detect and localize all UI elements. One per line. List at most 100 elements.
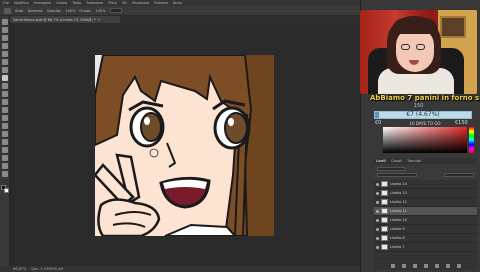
layer-thumbnail (381, 199, 388, 205)
eyedropper-tool-icon[interactable] (1, 59, 8, 65)
layer-row[interactable]: Livello 12 (374, 198, 477, 207)
blend-mode-select[interactable] (377, 173, 417, 177)
smoothing-field[interactable] (109, 8, 122, 13)
layer-row[interactable]: Livello 10 (374, 216, 477, 225)
drawing-artwork (95, 55, 274, 236)
document-tab-title: SanScrittura.psd @ 66,7% (Livello 13, RG… (13, 17, 96, 22)
new-layer-icon[interactable] (445, 264, 450, 268)
pen-tool-icon[interactable] (1, 131, 8, 137)
layer-row[interactable]: Livello 7 (374, 243, 477, 252)
layer-mask-icon[interactable] (412, 264, 417, 268)
document-tab[interactable]: SanScrittura.psd @ 66,7% (Livello 13, RG… (10, 16, 120, 23)
flow-value[interactable]: 100% (96, 9, 106, 13)
gradient-tool-icon[interactable] (1, 107, 8, 113)
trash-icon[interactable] (456, 264, 461, 268)
streamer-face (396, 28, 434, 72)
eye-icon[interactable] (376, 191, 379, 195)
layer-row[interactable]: Livello 9 (374, 225, 477, 234)
status-bar: 66,67% Doc: 5,93M/99,4M (0, 266, 360, 272)
mode-label: Stilo: (15, 8, 24, 13)
healing-tool-icon[interactable] (1, 67, 8, 73)
background-color-swatch[interactable] (3, 188, 9, 193)
clone-stamp-tool-icon[interactable] (1, 83, 8, 89)
opacity-field[interactable] (444, 173, 474, 177)
layer-style-icon[interactable] (401, 264, 406, 268)
mode-select[interactable]: Normale (28, 9, 43, 13)
brush-tool-icon[interactable] (1, 75, 8, 81)
layer-name: Livello 12 (390, 200, 407, 204)
close-icon[interactable]: × (98, 17, 101, 22)
opacity-value[interactable]: 100% (65, 9, 75, 13)
layer-filter-select[interactable] (377, 167, 405, 171)
layer-name: Livello 9 (390, 227, 405, 231)
layer-name: Livello 7 (390, 245, 405, 249)
donation-progress-label: €7 (4.67%) (406, 111, 440, 118)
dodge-tool-icon[interactable] (1, 123, 8, 129)
layer-row[interactable]: Livello 8 (374, 234, 477, 243)
shape-tool-icon[interactable] (1, 155, 8, 161)
blur-tool-icon[interactable] (1, 115, 8, 121)
layer-thumbnail (381, 217, 388, 223)
layer-thumbnail (381, 226, 388, 232)
drawing-canvas[interactable] (95, 55, 274, 236)
opacity-label: Opacità: (46, 8, 62, 13)
streamer-glasses-right (416, 44, 425, 50)
layer-name: Livello 10 (390, 218, 407, 222)
document-tab-bar: SanScrittura.psd @ 66,7% (Livello 13, RG… (10, 16, 360, 23)
layer-name: Livello 13 (390, 191, 407, 195)
crop-tool-icon[interactable] (1, 51, 8, 57)
move-tool-icon[interactable] (1, 19, 8, 25)
magic-wand-tool-icon[interactable] (1, 43, 8, 49)
type-tool-icon[interactable] (1, 139, 8, 145)
wall-picture (440, 16, 466, 38)
eye-icon[interactable] (376, 236, 379, 240)
tools-panel (0, 16, 10, 266)
donation-goal-title: AbBiamo 7 panini in forno su 50! (370, 94, 480, 102)
lasso-tool-icon[interactable] (1, 35, 8, 41)
hand-tool-icon[interactable] (1, 163, 8, 169)
eraser-tool-icon[interactable] (1, 99, 8, 105)
layer-row[interactable]: Livello 13 (374, 189, 477, 198)
layer-thumbnail (381, 181, 388, 187)
eye-icon[interactable] (376, 218, 379, 222)
eye-icon[interactable] (376, 200, 379, 204)
donation-goal-target: 150 (413, 103, 424, 109)
adjustment-layer-icon[interactable] (423, 264, 428, 268)
path-selection-tool-icon[interactable] (1, 147, 8, 153)
layer-name: Livello 8 (390, 236, 405, 240)
history-brush-tool-icon[interactable] (1, 91, 8, 97)
color-swatches[interactable] (0, 185, 9, 193)
brush-preset-icon[interactable] (4, 7, 11, 14)
layer-thumbnail (381, 244, 388, 250)
streamer-glasses-left (401, 44, 410, 50)
new-group-icon[interactable] (434, 264, 439, 268)
layers-footer (374, 262, 477, 270)
flow-label: Flusso: (79, 8, 92, 13)
eye-icon[interactable] (376, 227, 379, 231)
layer-row-selected[interactable]: Livello 11 (374, 207, 477, 216)
tab-paths[interactable]: Tracciati (407, 159, 422, 163)
layer-name: Livello 11 (390, 209, 407, 213)
eye-icon[interactable] (376, 245, 379, 249)
color-picker-field[interactable] (383, 127, 467, 153)
donation-progress-bar: €7 (4.67%) (374, 111, 472, 119)
layer-name: Livello 14 (390, 182, 407, 186)
zoom-tool-icon[interactable] (1, 171, 8, 177)
donation-goal-max: €150 (455, 120, 468, 126)
webcam-overlay (360, 10, 477, 94)
hue-slider[interactable] (469, 127, 474, 153)
layer-row[interactable]: Livello 14 (374, 180, 477, 189)
eye-icon[interactable] (376, 182, 379, 186)
layers-panel-tabs: Livelli Canali Tracciati (374, 158, 477, 164)
layer-thumbnail (381, 235, 388, 241)
layer-thumbnail (381, 190, 388, 196)
document-size: Doc: 5,93M/99,4M (31, 267, 64, 271)
tab-channels[interactable]: Canali (391, 159, 402, 163)
zoom-level[interactable]: 66,67% (13, 267, 26, 271)
eye-icon[interactable] (376, 209, 379, 213)
tab-layers[interactable]: Livelli (376, 159, 386, 163)
marquee-tool-icon[interactable] (1, 27, 8, 33)
layer-thumbnail (381, 208, 388, 214)
layer-controls (374, 165, 477, 179)
link-layers-icon[interactable] (390, 264, 395, 268)
